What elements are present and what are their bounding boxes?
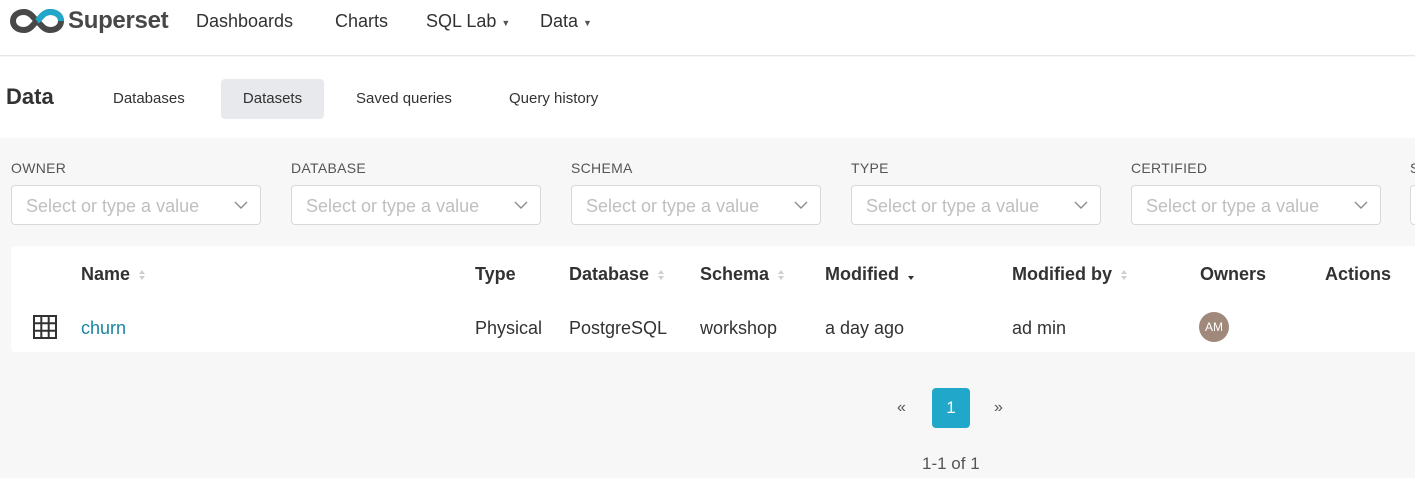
column-header-label: Modified by <box>1012 264 1112 284</box>
nav-item-data[interactable]: Data ▼ <box>540 11 592 32</box>
caret-down-icon: ▼ <box>501 17 511 28</box>
column-header-type[interactable]: Type <box>475 264 516 285</box>
chevron-down-icon <box>1354 201 1368 209</box>
column-header-owners: Owners <box>1200 264 1267 284</box>
certified-select[interactable]: Select or type a value <box>1131 185 1381 225</box>
column-header-modified-by[interactable]: Modified by <box>1012 264 1128 285</box>
select-placeholder: Select or type a value <box>866 196 1040 216</box>
caret-down-icon: ▼ <box>583 17 592 28</box>
partial-select[interactable] <box>1410 185 1415 225</box>
nav-item-sql-lab[interactable]: SQL Lab ▼ <box>426 11 510 32</box>
page-title: Data <box>6 84 54 109</box>
filter-owner: OWNER Select or type a value <box>11 160 261 225</box>
nav-item-charts[interactable]: Charts <box>335 11 388 32</box>
filter-database: DATABASE Select or type a value <box>291 160 541 225</box>
filter-label: S <box>1410 160 1415 176</box>
subheader: Data Databases Datasets Saved queries Qu… <box>0 57 1415 138</box>
database-select[interactable]: Select or type a value <box>291 185 541 225</box>
type-select[interactable]: Select or type a value <box>851 185 1101 225</box>
column-header-actions: Actions <box>1325 264 1392 284</box>
chevron-down-icon <box>1074 201 1088 209</box>
select-placeholder: Select or type a value <box>306 196 480 216</box>
column-header-label: Schema <box>700 264 770 284</box>
owner-avatar[interactable]: AM <box>1199 312 1229 342</box>
filter-partial: S <box>1410 160 1415 225</box>
sort-icon <box>657 269 665 281</box>
sort-icon <box>138 269 146 281</box>
nav-item-label: SQL Lab <box>426 11 497 31</box>
superset-infinity-icon <box>10 8 64 34</box>
chevron-down-icon <box>234 201 248 209</box>
column-header-label: Modified <box>825 264 899 284</box>
top-navbar: Superset Dashboards Charts SQL Lab ▼ Dat… <box>0 0 1415 56</box>
filter-label: OWNER <box>11 160 67 176</box>
chevron-down-icon <box>514 201 528 209</box>
pagination-page-1[interactable]: 1 <box>932 388 970 428</box>
select-placeholder: Select or type a value <box>1146 196 1320 216</box>
select-placeholder: Select or type a value <box>26 196 200 216</box>
pagination-prev-button[interactable]: « <box>897 399 906 417</box>
tab-datasets[interactable]: Datasets <box>221 79 324 119</box>
column-header-schema[interactable]: Schema <box>700 264 785 285</box>
filter-schema: SCHEMA Select or type a value <box>571 160 821 225</box>
column-header-label: Name <box>81 264 131 284</box>
filter-label: DATABASE <box>291 160 367 176</box>
nav-item-dashboards[interactable]: Dashboards <box>196 11 293 32</box>
chevron-down-icon <box>794 201 808 209</box>
column-header-modified[interactable]: Modified <box>825 264 915 285</box>
filter-label: SCHEMA <box>571 160 633 176</box>
tab-saved-queries[interactable]: Saved queries <box>336 79 472 119</box>
filter-label: TYPE <box>851 160 889 176</box>
filter-label: CERTIFIED <box>1131 160 1208 176</box>
brand-name: Superset <box>68 7 169 34</box>
nav-item-label: Dashboards <box>196 11 294 31</box>
filter-certified: CERTIFIED Select or type a value <box>1131 160 1381 225</box>
dataset-name-link[interactable]: churn <box>81 318 126 339</box>
column-header-label: Database <box>569 264 650 284</box>
dataset-database: PostgreSQL <box>569 318 668 338</box>
datasets-table: Name Type Database Schema Modified Modif… <box>11 246 1415 352</box>
filter-type: TYPE Select or type a value <box>851 160 1101 225</box>
tab-databases[interactable]: Databases <box>93 79 205 119</box>
tab-query-history[interactable]: Query history <box>489 79 618 119</box>
column-header-name[interactable]: Name <box>81 264 146 285</box>
owner-select[interactable]: Select or type a value <box>11 185 261 225</box>
pagination-next-button[interactable]: » <box>994 399 1003 417</box>
column-header-database[interactable]: Database <box>569 264 665 285</box>
dataset-schema: workshop <box>700 318 778 338</box>
table-grid-icon <box>33 315 57 339</box>
sort-icon <box>777 269 785 281</box>
pagination-summary: 1-1 of 1 <box>922 454 980 473</box>
dataset-type: Physical <box>475 318 543 338</box>
nav-item-label: Charts <box>335 11 389 31</box>
select-placeholder: Select or type a value <box>586 196 760 216</box>
sort-desc-icon <box>907 269 915 281</box>
nav-item-label: Data <box>540 11 579 31</box>
schema-select[interactable]: Select or type a value <box>571 185 821 225</box>
dataset-modified: a day ago <box>825 318 905 338</box>
dataset-modified-by: ad min <box>1012 318 1067 338</box>
superset-logo[interactable]: Superset <box>10 6 169 36</box>
sort-icon <box>1120 269 1128 281</box>
